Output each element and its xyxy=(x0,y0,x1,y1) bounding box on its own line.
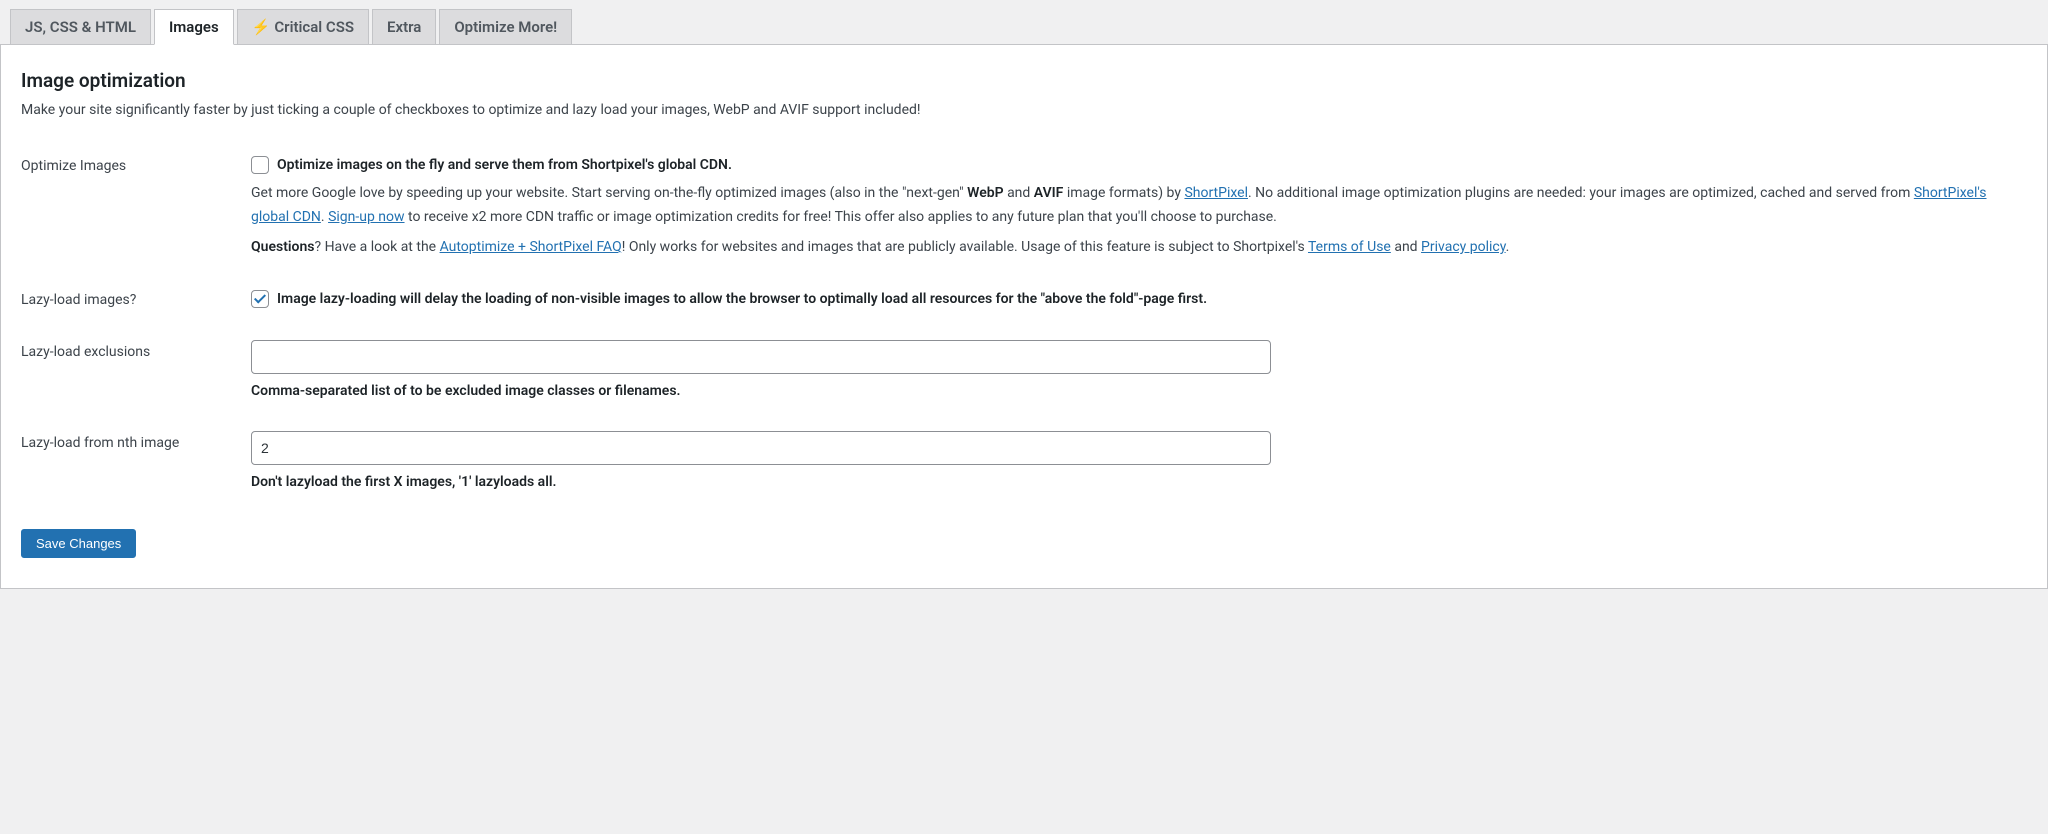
lazyload-images-checkbox[interactable] xyxy=(251,290,269,308)
lazyload-images-checkbox-label[interactable]: Image lazy-loading will delay the loadin… xyxy=(277,288,1207,310)
section-description: Make your site significantly faster by j… xyxy=(21,102,2027,118)
tab-label: Optimize More! xyxy=(454,18,557,36)
tab-images[interactable]: Images xyxy=(154,9,234,45)
tab-extra[interactable]: Extra xyxy=(372,9,436,44)
optimize-images-checkbox-label[interactable]: Optimize images on the fly and serve the… xyxy=(277,154,732,176)
lazyload-images-label: Lazy-load images? xyxy=(21,274,251,326)
lazyload-exclusions-label: Lazy-load exclusions xyxy=(21,326,251,417)
tab-panel-images: Image optimization Make your site signif… xyxy=(0,45,2048,589)
lazyload-nth-label: Lazy-load from nth image xyxy=(21,417,251,508)
section-title: Image optimization xyxy=(21,69,2027,92)
tab-js-css-html[interactable]: JS, CSS & HTML xyxy=(10,9,151,44)
tab-bar: JS, CSS & HTML Images ⚡Critical CSS Extra Op… xyxy=(0,0,2048,45)
tab-label: Critical CSS xyxy=(274,18,354,36)
lazyload-exclusions-input[interactable] xyxy=(251,340,1271,374)
lazyload-nth-help: Don't lazyload the first X images, '1' l… xyxy=(251,471,2027,493)
tab-label: Extra xyxy=(387,18,421,36)
optimize-images-description: Get more Google love by speeding up your… xyxy=(251,182,2027,230)
optimize-images-label: Optimize Images xyxy=(21,140,251,274)
lazyload-nth-input[interactable] xyxy=(251,431,1271,465)
privacy-policy-link[interactable]: Privacy policy xyxy=(1421,239,1506,255)
tab-label: Images xyxy=(169,18,219,36)
tab-critical-css[interactable]: ⚡Critical CSS xyxy=(237,9,369,44)
faq-link[interactable]: Autoptimize + ShortPixel FAQ xyxy=(440,239,622,255)
lazyload-exclusions-help: Comma-separated list of to be excluded i… xyxy=(251,380,2027,402)
shortpixel-link[interactable]: ShortPixel xyxy=(1184,185,1248,201)
optimize-images-questions: Questions? Have a look at the Autoptimiz… xyxy=(251,236,2027,260)
save-changes-button[interactable]: Save Changes xyxy=(21,529,136,558)
signup-now-link[interactable]: Sign-up now xyxy=(328,209,404,225)
tab-label: JS, CSS & HTML xyxy=(25,18,136,36)
bolt-icon: ⚡ xyxy=(252,18,271,36)
tab-optimize-more[interactable]: Optimize More! xyxy=(439,9,572,44)
optimize-images-checkbox[interactable] xyxy=(251,156,269,174)
terms-of-use-link[interactable]: Terms of Use xyxy=(1308,239,1391,255)
